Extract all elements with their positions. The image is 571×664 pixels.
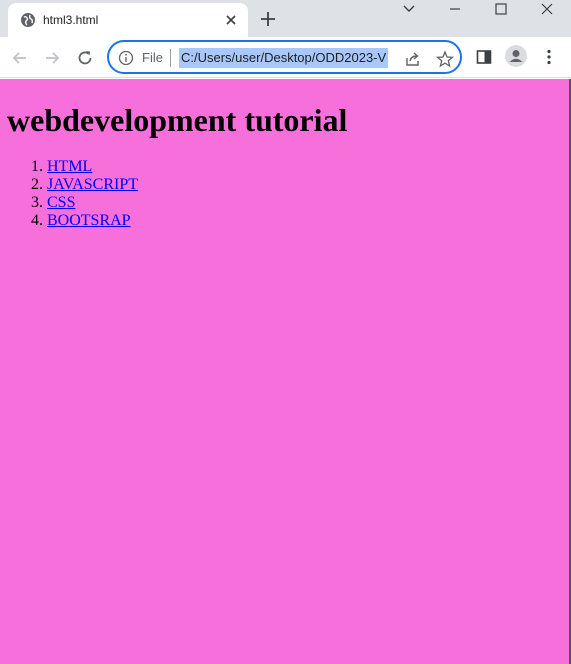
list-item: JAVASCRIPT [47, 176, 138, 194]
url-field[interactable]: C:/Users/user/Desktop/ODD2023-V [179, 48, 397, 68]
close-window-button[interactable] [524, 0, 570, 30]
maximize-icon [495, 3, 507, 15]
profile-avatar-button[interactable] [505, 45, 527, 67]
scheme-label: File [142, 50, 163, 65]
browser-tab[interactable]: html3.html [8, 3, 248, 37]
bookmark-star-icon[interactable] [436, 50, 454, 68]
info-icon[interactable] [118, 50, 134, 66]
minimize-button[interactable] [432, 0, 478, 30]
link-html[interactable]: HTML [47, 158, 92, 175]
tab-strip: html3.html [0, 0, 571, 37]
minimize-icon [450, 8, 460, 10]
browser-toolbar: File C:/Users/user/Desktop/ODD2023-V [0, 37, 571, 78]
url-text[interactable]: C:/Users/user/Desktop/ODD2023-V [179, 48, 389, 68]
tab-title: html3.html [43, 13, 99, 27]
back-arrow-icon[interactable] [10, 48, 30, 68]
page-viewport: webdevelopment tutorial HTML JAVASCRIPT … [0, 79, 571, 664]
link-css[interactable]: CSS [47, 194, 75, 211]
new-tab-icon[interactable] [259, 10, 277, 28]
globe-icon [21, 13, 35, 27]
more-menu-icon[interactable] [540, 48, 558, 66]
address-bar[interactable]: File C:/Users/user/Desktop/ODD2023-V [107, 40, 462, 74]
tab-search-button[interactable] [386, 0, 432, 30]
forward-arrow-icon[interactable] [42, 48, 62, 68]
close-tab-icon[interactable] [223, 12, 239, 28]
maximize-button[interactable] [478, 0, 524, 30]
reload-icon[interactable] [75, 48, 95, 68]
tutorial-list: HTML JAVASCRIPT CSS BOOTSRAP [7, 158, 138, 230]
share-icon[interactable] [404, 50, 422, 68]
chevron-down-icon [403, 5, 415, 12]
person-icon [509, 50, 523, 62]
side-panel-icon[interactable] [475, 48, 493, 66]
list-item: CSS [47, 194, 138, 212]
list-item: HTML [47, 158, 138, 176]
link-javascript[interactable]: JAVASCRIPT [47, 176, 138, 193]
page-heading: webdevelopment tutorial [7, 102, 348, 138]
link-bootsrap[interactable]: BOOTSRAP [47, 212, 131, 229]
close-icon [541, 3, 553, 15]
list-item: BOOTSRAP [47, 212, 138, 230]
address-divider [170, 49, 171, 67]
